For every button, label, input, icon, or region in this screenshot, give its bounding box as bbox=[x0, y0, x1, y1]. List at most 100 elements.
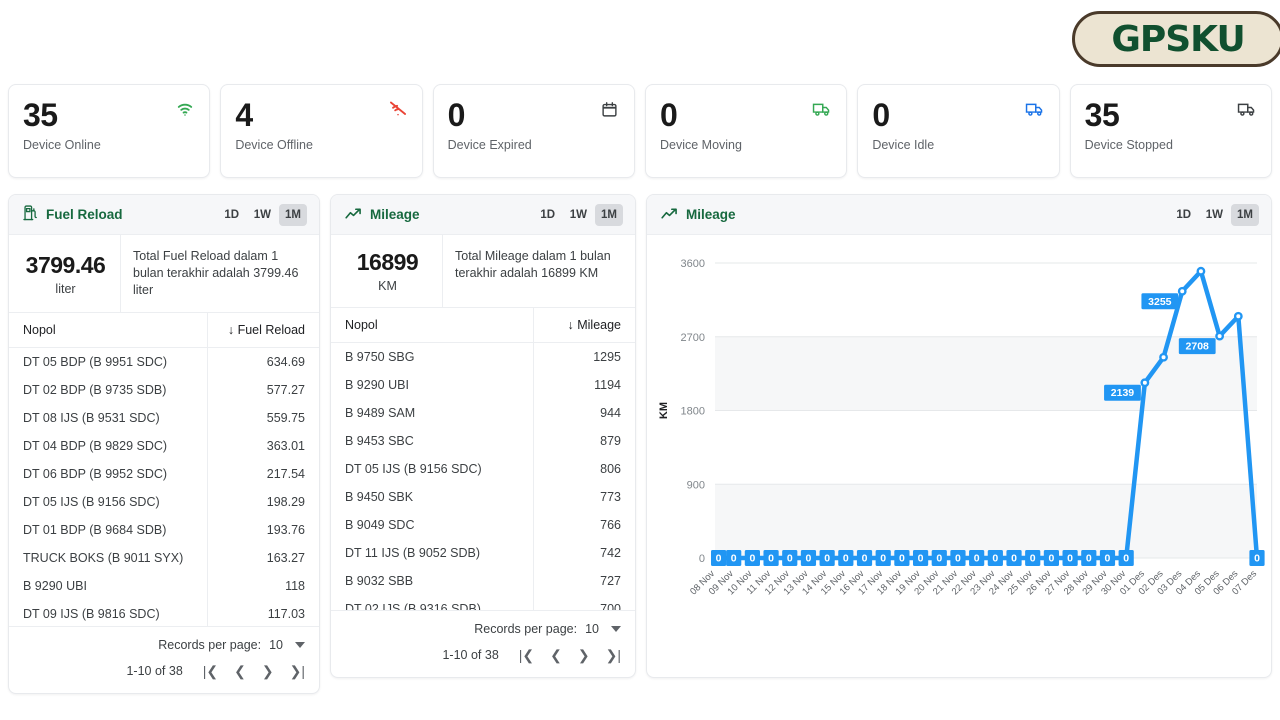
mileage-row-nopol: DT 02 IJS (B 9316 SDB) bbox=[345, 602, 481, 610]
svg-text:3255: 3255 bbox=[1148, 296, 1172, 308]
fuel-summary: 3799.46 liter Total Fuel Reload dalam 1 … bbox=[9, 235, 319, 313]
first-page-icon[interactable]: |❮ bbox=[203, 664, 218, 678]
stat-card-device-moving[interactable]: 0 Device Moving bbox=[644, 84, 848, 178]
svg-text:0: 0 bbox=[749, 553, 755, 565]
mileage-line-chart[interactable]: 0900180027003600KM0 0 0 0 0 0 0 0 0 0 0 0 0 0 0 0 0 0 0 0 0 0… bbox=[647, 235, 1272, 678]
truck-stopped-icon bbox=[1237, 99, 1257, 119]
fuel-table: Nopol ↓ Fuel Reload DT 05 BDP (B 9951 SD… bbox=[9, 313, 319, 626]
table-row[interactable]: TRUCK BOKS (B 9011 SYX) 163.27 bbox=[9, 544, 319, 572]
fuel-row-value: 198.29 bbox=[206, 488, 319, 516]
fuel-row-value: 577.27 bbox=[206, 376, 319, 404]
mileage-range-1d[interactable]: 1D bbox=[534, 204, 562, 226]
table-row[interactable]: DT 02 IJS (B 9316 SDB) 700 bbox=[331, 595, 635, 610]
fuel-panel-title: Fuel Reload bbox=[23, 205, 123, 224]
fuel-col-value[interactable]: ↓ Fuel Reload bbox=[206, 313, 319, 348]
mileage-panel-header: Mileage 1D 1W 1M bbox=[331, 195, 635, 235]
prev-page-icon[interactable]: ❮ bbox=[234, 664, 246, 678]
stat-card-device-online[interactable]: 35 Device Online bbox=[8, 84, 211, 178]
table-row[interactable]: B 9290 UBI 118 bbox=[9, 572, 319, 600]
fuel-page-buttons: |❮ ❮ ❯ ❯| bbox=[203, 664, 305, 678]
table-row[interactable]: B 9489 SAM 944 bbox=[331, 399, 635, 427]
table-row[interactable]: DT 02 BDP (B 9735 SDB) 577.27 bbox=[9, 376, 319, 404]
table-row[interactable]: DT 05 IJS (B 9156 SDC) 806 bbox=[331, 455, 635, 483]
fuel-range-toggle: 1D 1W 1M bbox=[218, 203, 307, 226]
table-row[interactable]: B 9453 SBC 879 bbox=[331, 427, 635, 455]
last-page-icon[interactable]: ❯| bbox=[290, 664, 305, 678]
stat-value: 0 bbox=[659, 97, 678, 133]
mileage-table-wrapper: Nopol ↓ Mileage B 9750 SBG 1295 B 9290 UB… bbox=[331, 308, 635, 610]
svg-text:2700: 2700 bbox=[681, 332, 705, 344]
chart-range-1m[interactable]: 1M bbox=[1231, 203, 1259, 226]
next-page-icon[interactable]: ❯ bbox=[262, 664, 274, 678]
stat-label: Device Moving bbox=[659, 138, 742, 152]
stat-card-device-stopped[interactable]: 35 Device Stopped bbox=[1069, 84, 1272, 178]
table-row[interactable]: DT 01 BDP (B 9684 SDB) 193.76 bbox=[9, 516, 319, 544]
fuel-row-nopol: TRUCK BOKS (B 9011 SYX) bbox=[23, 551, 184, 565]
svg-text:0: 0 bbox=[1123, 553, 1129, 565]
dashboard-page: GPSKU 35 Device Online 4 Device Offline bbox=[0, 0, 1280, 720]
stat-label: Device Expired bbox=[447, 138, 532, 152]
table-row[interactable]: B 9450 SBK 773 bbox=[331, 483, 635, 511]
table-row[interactable]: B 9032 SBB 727 bbox=[331, 567, 635, 595]
mileage-col-nopol[interactable]: Nopol bbox=[331, 308, 534, 343]
mileage-summary-value: 16899 bbox=[356, 249, 419, 275]
table-row[interactable]: B 9750 SBG 1295 bbox=[331, 342, 635, 371]
fuel-row-nopol: DT 05 BDP (B 9951 SDC) bbox=[23, 355, 168, 369]
next-page-icon[interactable]: ❯ bbox=[578, 648, 590, 662]
fuel-records-value[interactable]: 10 bbox=[269, 638, 283, 652]
stat-label: Device Online bbox=[23, 138, 101, 152]
mileage-table-header-row: Nopol ↓ Mileage bbox=[331, 308, 635, 343]
table-row[interactable]: DT 06 BDP (B 9952 SDC) 217.54 bbox=[9, 460, 319, 488]
table-row[interactable]: DT 09 IJS (B 9816 SDC) 117.03 bbox=[9, 600, 319, 626]
fuel-pagination: Records per page: 10 1-10 of 38 |❮ ❮ ❯ ❯… bbox=[9, 626, 319, 693]
fuel-col-nopol[interactable]: Nopol bbox=[9, 313, 207, 348]
stat-label: Device Idle bbox=[872, 138, 935, 152]
mileage-row-nopol: DT 05 IJS (B 9156 SDC) bbox=[345, 462, 482, 476]
first-page-icon[interactable]: |❮ bbox=[519, 648, 534, 662]
chevron-down-icon[interactable] bbox=[611, 626, 621, 632]
mileage-row-nopol: B 9750 SBG bbox=[345, 350, 415, 364]
fuel-row-value: 363.01 bbox=[206, 432, 319, 460]
last-page-icon[interactable]: ❯| bbox=[606, 648, 621, 662]
fuel-range-1w[interactable]: 1W bbox=[248, 204, 277, 226]
table-row[interactable]: DT 05 BDP (B 9951 SDC) 634.69 bbox=[9, 347, 319, 376]
svg-text:0: 0 bbox=[1030, 553, 1036, 565]
chart-panel-header: Mileage 1D 1W 1M bbox=[647, 195, 1271, 235]
wifi-off-icon bbox=[388, 99, 408, 119]
mileage-page-nav: 1-10 of 38 |❮ ❮ ❯ ❯| bbox=[343, 643, 621, 667]
table-row[interactable]: B 9290 UBI 1194 bbox=[331, 371, 635, 399]
stat-card-device-expired[interactable]: 0 Device Expired bbox=[432, 84, 635, 178]
fuel-row-value: 634.69 bbox=[206, 347, 319, 376]
fuel-page-nav: 1-10 of 38 |❮ ❮ ❯ ❯| bbox=[21, 659, 305, 683]
gpsku-logo[interactable]: GPSKU bbox=[1072, 11, 1280, 67]
stat-card-device-offline[interactable]: 4 Device Offline bbox=[220, 84, 423, 178]
mileage-range-1m[interactable]: 1M bbox=[595, 203, 623, 226]
stat-card-device-idle[interactable]: 0 Device Idle bbox=[857, 84, 1060, 178]
table-row[interactable]: DT 05 IJS (B 9156 SDC) 198.29 bbox=[9, 488, 319, 516]
mileage-row-nopol: B 9450 SBK bbox=[345, 490, 414, 504]
fuel-row-value: 118 bbox=[206, 572, 319, 600]
fuel-records-label: Records per page: bbox=[158, 638, 262, 652]
fuel-range-1m[interactable]: 1M bbox=[279, 203, 307, 226]
table-row[interactable]: DT 08 IJS (B 9531 SDC) 559.75 bbox=[9, 404, 319, 432]
svg-text:2708: 2708 bbox=[1186, 341, 1210, 353]
chevron-down-icon[interactable] bbox=[295, 642, 305, 648]
fuel-range-1d[interactable]: 1D bbox=[218, 204, 246, 226]
fuel-summary-unit: liter bbox=[55, 281, 76, 296]
mileage-col-value[interactable]: ↓ Mileage bbox=[532, 308, 635, 343]
chart-range-1d[interactable]: 1D bbox=[1170, 204, 1198, 226]
table-row[interactable]: DT 11 IJS (B 9052 SDB) 742 bbox=[331, 539, 635, 567]
chart-range-1w[interactable]: 1W bbox=[1200, 204, 1229, 226]
calendar-icon bbox=[600, 99, 620, 119]
stat-label: Device Stopped bbox=[1084, 138, 1173, 152]
fuel-row-nopol: B 9290 UBI bbox=[23, 579, 87, 593]
table-row[interactable]: B 9049 SDC 766 bbox=[331, 511, 635, 539]
mileage-range-1w[interactable]: 1W bbox=[564, 204, 593, 226]
fuel-summary-text: Total Fuel Reload dalam 1 bulan terakhir… bbox=[133, 249, 299, 297]
mileage-records-value[interactable]: 10 bbox=[585, 622, 599, 636]
svg-text:0: 0 bbox=[1254, 553, 1260, 565]
prev-page-icon[interactable]: ❮ bbox=[550, 648, 562, 662]
mileage-table: Nopol ↓ Mileage B 9750 SBG 1295 B 9290 UB… bbox=[331, 308, 635, 610]
truck-moving-icon bbox=[812, 99, 832, 119]
table-row[interactable]: DT 04 BDP (B 9829 SDC) 363.01 bbox=[9, 432, 319, 460]
